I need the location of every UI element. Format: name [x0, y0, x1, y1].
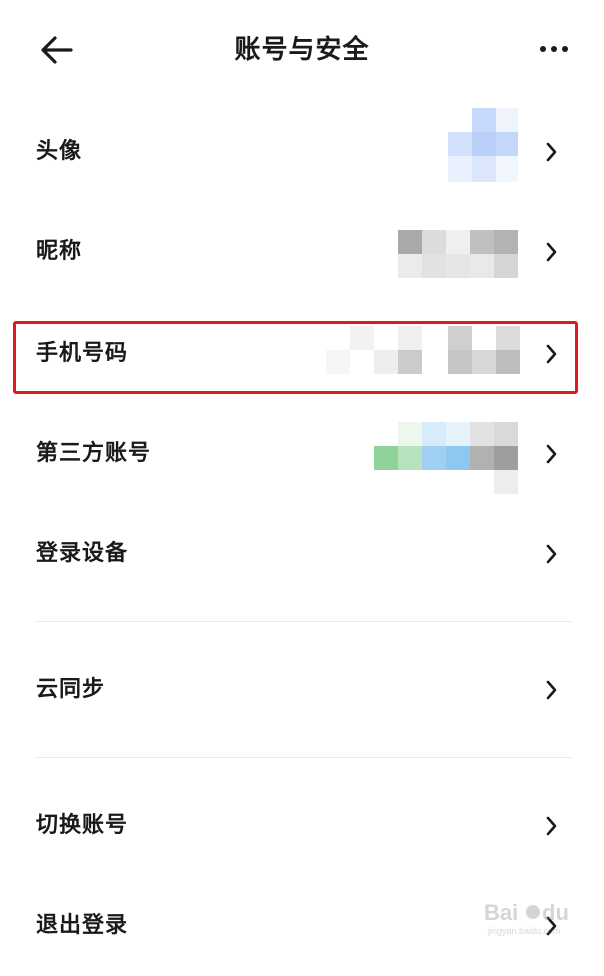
row-avatar[interactable]: 头像	[0, 102, 604, 202]
row-third-party-accounts[interactable]: 第三方账号	[0, 404, 604, 504]
nickname-value-blurred	[398, 202, 522, 302]
section-divider	[34, 757, 572, 758]
third-party-icons-blurred	[374, 404, 522, 504]
chevron-right-icon	[546, 816, 557, 836]
more-horizontal-icon	[540, 46, 546, 52]
phone-value-blurred	[326, 304, 522, 404]
row-label: 登录设备	[36, 541, 129, 566]
row-cloud-sync[interactable]: 云同步	[0, 640, 604, 740]
row-nickname[interactable]: 昵称	[0, 202, 604, 302]
chevron-right-icon	[546, 142, 557, 162]
back-button[interactable]	[34, 28, 78, 72]
chevron-right-icon	[546, 444, 557, 464]
row-label: 云同步	[36, 677, 106, 702]
row-label: 头像	[36, 139, 83, 164]
row-label: 退出登录	[36, 913, 129, 938]
chevron-right-icon	[546, 680, 557, 700]
top-bar: 账号与安全	[0, 0, 604, 98]
row-label: 切换账号	[36, 813, 129, 838]
chevron-right-icon	[546, 344, 557, 364]
row-switch-account[interactable]: 切换账号	[0, 776, 604, 876]
page-title: 账号与安全	[234, 35, 370, 65]
chevron-right-icon	[546, 544, 557, 564]
row-label: 昵称	[36, 239, 83, 264]
chevron-right-icon	[546, 242, 557, 262]
section-divider	[34, 621, 572, 622]
arrow-left-icon	[41, 36, 73, 64]
row-label: 第三方账号	[36, 441, 152, 466]
row-label: 手机号码	[36, 341, 129, 366]
row-login-devices[interactable]: 登录设备	[0, 504, 604, 604]
more-options-button[interactable]	[534, 34, 574, 64]
row-logout[interactable]: 退出登录	[0, 876, 604, 976]
chevron-right-icon	[546, 916, 557, 936]
avatar-thumbnail-blurred	[440, 102, 520, 202]
row-phone-number[interactable]: 手机号码	[0, 304, 604, 404]
